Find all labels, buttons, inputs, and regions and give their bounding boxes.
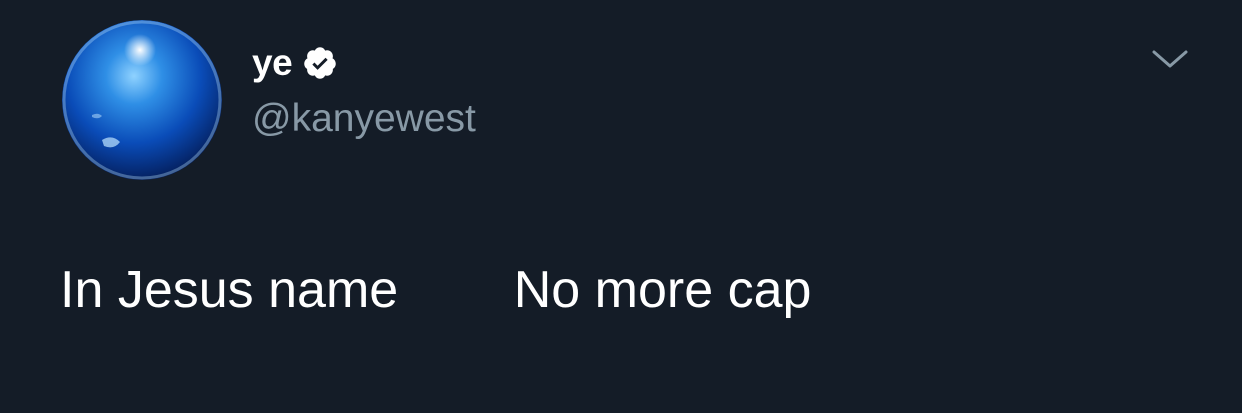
avatar[interactable] xyxy=(62,20,222,180)
tweet-text: In Jesus name No more cap xyxy=(60,261,812,319)
verified-badge-icon xyxy=(302,45,338,81)
tweet-card: ye @kanyewest In Jesus name No more cap xyxy=(0,0,1242,413)
display-name[interactable]: ye xyxy=(252,40,293,86)
user-handle[interactable]: @kanyewest xyxy=(252,96,476,142)
chevron-down-icon[interactable] xyxy=(1148,44,1192,74)
author-name-row[interactable]: ye xyxy=(252,40,338,86)
blue-sphere-avatar-icon xyxy=(62,20,222,180)
